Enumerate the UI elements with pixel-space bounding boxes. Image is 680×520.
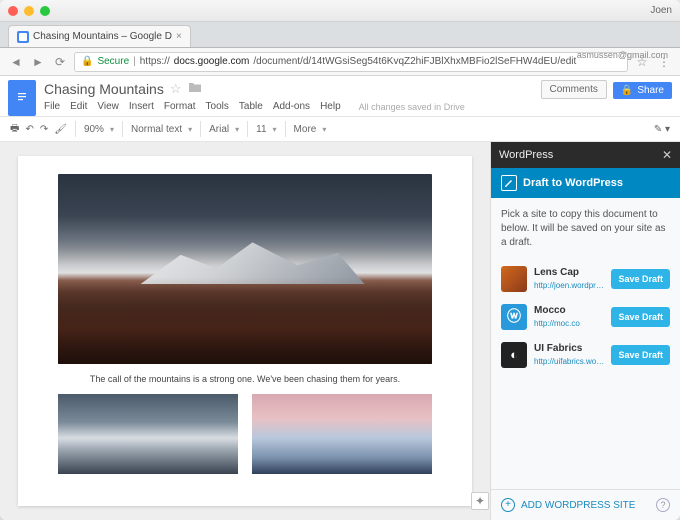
- save-status: All changes saved in Drive: [359, 102, 465, 112]
- help-icon[interactable]: ?: [656, 498, 670, 512]
- mac-titlebar: Joen: [0, 0, 680, 22]
- nav-reload-icon[interactable]: ⟳: [52, 54, 68, 70]
- nav-forward-icon[interactable]: ►: [30, 54, 46, 70]
- lock-icon: 🔒: [81, 56, 93, 67]
- document-page: The call of the mountains is a strong on…: [18, 156, 472, 506]
- share-button[interactable]: 🔒 Share: [613, 82, 672, 99]
- site-name: Mocco: [534, 304, 604, 318]
- menu-format[interactable]: Format: [164, 101, 196, 112]
- editing-mode-icon[interactable]: ✎ ▾: [654, 124, 670, 135]
- tab-close-icon[interactable]: ×: [176, 31, 182, 42]
- sidebar-toggle-icon[interactable]: ✦: [471, 492, 489, 510]
- browser-tabstrip: Chasing Mountains – Google D ×: [0, 22, 680, 48]
- paint-format-icon[interactable]: 🖌: [54, 124, 67, 135]
- sidebar-intro: Pick a site to copy this document to bel…: [501, 208, 670, 250]
- thumbnail-image[interactable]: [252, 394, 432, 474]
- menu-help[interactable]: Help: [320, 101, 341, 112]
- star-icon[interactable]: ☆: [170, 81, 182, 97]
- wordpress-sidebar: ✦ WordPress ✕ Draft to WordPress Pick a …: [490, 142, 680, 520]
- docs-favicon-icon: [17, 31, 29, 43]
- site-avatar-icon: [501, 266, 527, 292]
- style-dropdown[interactable]: Normal text: [131, 124, 192, 135]
- url-path: /document/d/14tWGsiSeg54t6KvqZ2hiFJBlXhx…: [253, 56, 576, 67]
- save-draft-button[interactable]: Save Draft: [611, 345, 670, 366]
- document-canvas[interactable]: The call of the mountains is a strong on…: [0, 142, 490, 520]
- share-label: Share: [637, 85, 664, 96]
- menu-addons[interactable]: Add-ons: [273, 101, 310, 112]
- url-field[interactable]: 🔒 Secure | https://docs.google.com/docum…: [74, 52, 628, 72]
- more-dropdown[interactable]: More: [294, 124, 327, 135]
- browser-tab[interactable]: Chasing Mountains – Google D ×: [8, 25, 191, 47]
- site-url[interactable]: http://moc.co: [534, 318, 604, 329]
- caption-text[interactable]: The call of the mountains is a strong on…: [58, 374, 432, 384]
- site-url[interactable]: http://joen.wordpress....: [534, 280, 604, 291]
- menu-insert[interactable]: Insert: [129, 101, 154, 112]
- site-name: UI Fabrics: [534, 342, 604, 356]
- site-name: Lens Cap: [534, 266, 604, 280]
- sidebar-close-icon[interactable]: ✕: [662, 148, 672, 162]
- fontsize-dropdown[interactable]: 11: [256, 124, 276, 135]
- menu-table[interactable]: Table: [239, 101, 263, 112]
- font-dropdown[interactable]: Arial: [209, 124, 239, 135]
- tab-title: Chasing Mountains – Google D: [33, 31, 172, 42]
- zoom-dropdown[interactable]: 90%: [84, 124, 114, 135]
- site-row-lenscap: Lens Cap http://joen.wordpress.... Save …: [501, 260, 670, 298]
- add-site-button[interactable]: ADD WORDPRESS SITE: [521, 500, 635, 511]
- save-draft-button[interactable]: Save Draft: [611, 269, 670, 290]
- sidebar-footer: + ADD WORDPRESS SITE ?: [491, 489, 680, 520]
- secure-label: Secure: [97, 56, 129, 67]
- draft-icon: [501, 175, 517, 191]
- browser-profile-label[interactable]: Joen: [650, 5, 672, 16]
- docs-toolbar: 🖶 ↶ ↷ 🖌 90% Normal text Arial 11 More ✎ …: [0, 116, 680, 142]
- docs-logo-icon[interactable]: [8, 80, 36, 116]
- thumbnail-image[interactable]: [58, 394, 238, 474]
- sidebar-banner: Draft to WordPress: [491, 168, 680, 198]
- docs-header: Chasing Mountains ☆ File Edit View Inser…: [0, 76, 680, 116]
- lock-icon: 🔒: [621, 85, 633, 96]
- add-site-icon[interactable]: +: [501, 498, 515, 512]
- sidebar-header: WordPress ✕: [491, 142, 680, 168]
- save-draft-button[interactable]: Save Draft: [611, 307, 670, 328]
- redo-icon[interactable]: ↷: [40, 124, 48, 135]
- undo-icon[interactable]: ↶: [25, 124, 33, 135]
- window-minimize-icon[interactable]: [24, 6, 34, 16]
- menu-view[interactable]: View: [97, 101, 119, 112]
- hero-image[interactable]: [58, 174, 432, 364]
- url-host: https://: [140, 56, 170, 67]
- comments-button[interactable]: Comments: [541, 80, 607, 99]
- site-row-uifabrics: ◐ UI Fabrics http://uifabrics.wordpr... …: [501, 336, 670, 374]
- menu-edit[interactable]: Edit: [70, 101, 87, 112]
- print-icon[interactable]: 🖶: [10, 121, 19, 138]
- nav-back-icon[interactable]: ◄: [8, 54, 24, 70]
- sidebar-title: WordPress: [499, 149, 553, 161]
- account-email[interactable]: asmussen@gmail.com: [577, 50, 668, 60]
- window-zoom-icon[interactable]: [40, 6, 50, 16]
- menu-file[interactable]: File: [44, 101, 60, 112]
- folder-icon[interactable]: [188, 80, 202, 98]
- window-close-icon[interactable]: [8, 6, 18, 16]
- site-avatar-icon: ◐: [501, 342, 527, 368]
- docs-menubar: File Edit View Insert Format Tools Table…: [44, 101, 533, 112]
- banner-label: Draft to WordPress: [523, 177, 623, 189]
- document-title[interactable]: Chasing Mountains: [44, 81, 164, 97]
- site-url[interactable]: http://uifabrics.wordpr...: [534, 356, 604, 367]
- url-domain: docs.google.com: [174, 56, 250, 67]
- site-row-mocco: ⓦ Mocco http://moc.co Save Draft: [501, 298, 670, 336]
- menu-tools[interactable]: Tools: [206, 101, 229, 112]
- site-avatar-icon: ⓦ: [501, 304, 527, 330]
